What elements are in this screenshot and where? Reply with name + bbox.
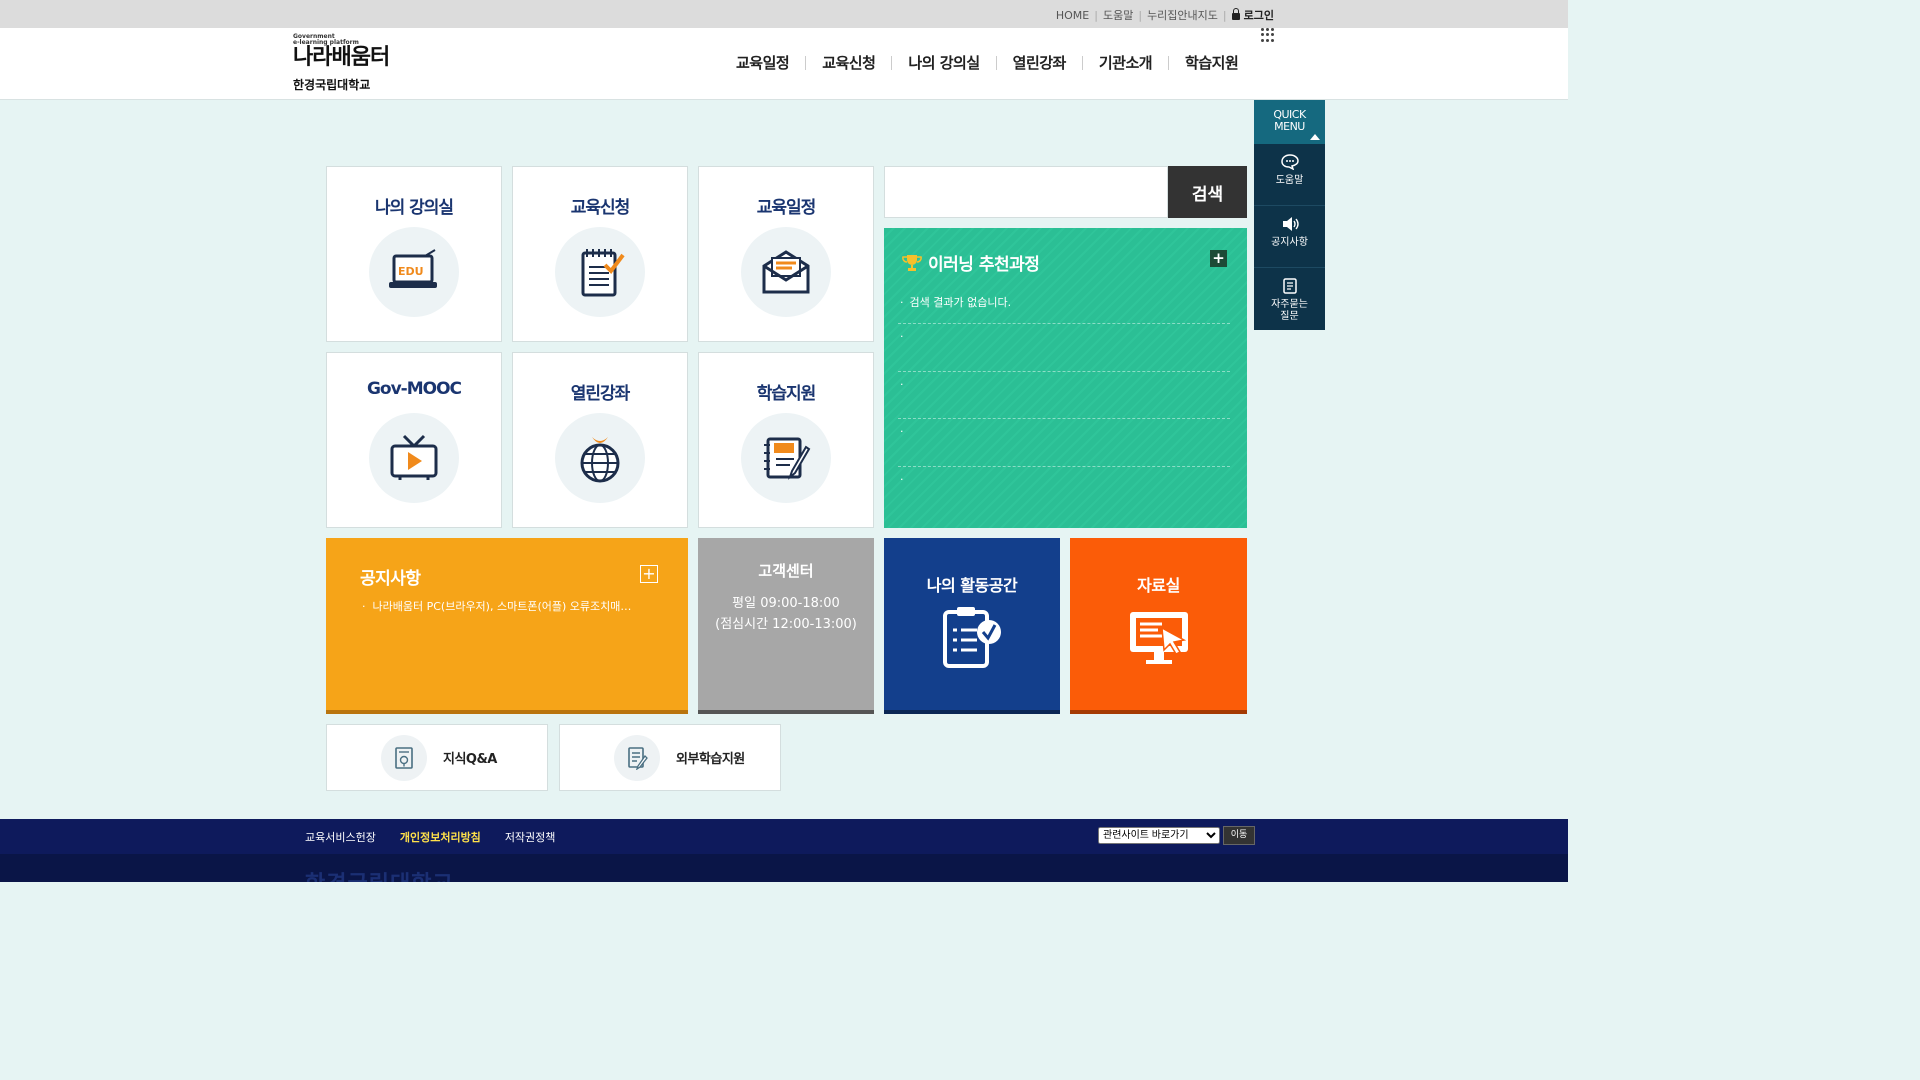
faq-list-icon	[1282, 278, 1297, 294]
list-item: ·	[898, 372, 1230, 419]
home-link[interactable]: HOME	[1056, 9, 1089, 22]
copyright-policy-link[interactable]: 저작권정책	[505, 829, 556, 845]
privacy-policy-link[interactable]: 개인정보처리방침	[400, 829, 481, 845]
quick-menu-header[interactable]: QUICK MENU	[1254, 100, 1325, 144]
service-charter-link[interactable]: 교육서비스헌장	[305, 829, 376, 845]
trophy-icon	[902, 254, 922, 271]
document-pencil-icon	[614, 734, 660, 781]
nav-my-classroom[interactable]: 나의 강의실	[892, 52, 995, 73]
tile-title: 교육신청	[570, 198, 631, 218]
login-label: 로그인	[1243, 9, 1274, 22]
footer-school-name: 한경국립대학교	[305, 866, 454, 882]
customer-center-panel: 고객센터 평일 09:00-18:00 (점심시간 12:00-13:00)	[698, 538, 874, 714]
all-menu-grid-icon[interactable]	[1261, 28, 1275, 42]
library-tile[interactable]: 자료실	[1070, 538, 1247, 714]
speaker-icon	[1282, 217, 1299, 231]
list-item: ·	[900, 472, 904, 486]
recommended-courses-panel: 이러닝 추천과정 + · 검색 결과가 없습니다. · · · ·	[884, 228, 1247, 528]
tile-title: 교육일정	[756, 198, 817, 218]
my-activity-tile[interactable]: 나의 활동공간	[884, 538, 1060, 714]
small-tile-label: 외부학습지원	[676, 752, 745, 767]
lock-icon	[1231, 7, 1240, 20]
chat-bubble-icon	[1280, 154, 1299, 170]
header: Government e-learning platform 나라배움터 한경국…	[0, 28, 1568, 100]
nav-open-course[interactable]: 열린강좌	[997, 52, 1082, 73]
tile-schedule[interactable]: 교육일정	[698, 166, 874, 342]
utility-bar: HOME | 도움말 | 누리집안내지도 | 로그인	[0, 0, 1568, 28]
footer: 교육서비스헌장 개인정보처리방침 저작권정책 관련사이트 바로가기 이동	[0, 819, 1568, 854]
notice-item[interactable]: · 나라배움터 PC(브라우저), 스마트폰(어플) 오류조치매…	[362, 598, 631, 614]
site-logo[interactable]: Government e-learning platform 나라배움터 한경국…	[293, 34, 390, 93]
separator: |	[1094, 8, 1098, 22]
tile-title: 나의 강의실	[374, 198, 454, 218]
activity-title: 나의 활동공간	[926, 576, 1018, 595]
separator: |	[1222, 8, 1227, 22]
edu-laptop-icon: EDU	[369, 227, 459, 317]
footer-bottom: 한경국립대학교	[0, 854, 1568, 882]
library-title: 자료실	[1137, 576, 1180, 595]
go-button[interactable]: 이동	[1223, 826, 1255, 845]
collapse-triangle-icon	[1310, 134, 1320, 140]
tile-apply[interactable]: 교육신청	[512, 166, 688, 342]
tile-my-classroom[interactable]: 나의 강의실 EDU	[326, 166, 502, 342]
notice-panel: 공지사항 + · 나라배움터 PC(브라우저), 스마트폰(어플) 오류조치매…	[326, 538, 688, 714]
separator: |	[1138, 8, 1143, 22]
notice-more-button[interactable]: +	[640, 565, 658, 583]
nav-learning-support[interactable]: 학습지원	[1169, 52, 1254, 73]
globe-icon	[555, 413, 645, 503]
svg-text:EDU: EDU	[398, 265, 424, 278]
help-link[interactable]: 도움말	[1103, 7, 1133, 23]
logo-brand: 나라배움터	[293, 45, 390, 70]
recommend-more-button[interactable]: +	[1210, 250, 1227, 267]
utility-links: HOME | 도움말 | 누리집안내지도 | 로그인	[1056, 7, 1274, 23]
recommend-header: 이러닝 추천과정	[902, 250, 1040, 275]
quick-menu: QUICK MENU 도움말 공지사항 자주묻는 질문	[1254, 100, 1325, 330]
quick-faq[interactable]: 자주묻는 질문	[1254, 268, 1325, 330]
monitor-cursor-icon	[1129, 612, 1188, 664]
list-item: · 검색 결과가 없습니다.	[898, 290, 1230, 324]
tile-gov-mooc[interactable]: Gov-MOOC	[326, 352, 502, 528]
quick-notice[interactable]: 공지사항	[1254, 206, 1325, 268]
tile-title: 학습지원	[756, 384, 817, 404]
quick-help[interactable]: 도움말	[1254, 144, 1325, 206]
notice-title: 공지사항	[360, 569, 421, 589]
course-search-input[interactable]	[884, 166, 1168, 218]
clipboard-check-icon	[943, 607, 1001, 668]
nav-schedule[interactable]: 교육일정	[720, 52, 805, 73]
login-link[interactable]: 로그인	[1231, 7, 1274, 23]
qa-book-icon	[381, 734, 427, 781]
list-item: ·	[898, 324, 1230, 372]
related-sites-select[interactable]: 관련사이트 바로가기	[1098, 827, 1220, 844]
main-nav: 교육일정 교육신청 나의 강의실 열린강좌 기관소개 학습지원	[720, 52, 1254, 73]
tile-title: Gov-MOOC	[366, 379, 462, 399]
school-name: 한경국립대학교	[293, 78, 371, 92]
footer-links: 교육서비스헌장 개인정보처리방침 저작권정책	[305, 829, 579, 845]
knowledge-qa-tile[interactable]: 지식Q&A	[326, 724, 548, 791]
customer-center-hours: 평일 09:00-18:00 (점심시간 12:00-13:00)	[715, 596, 857, 632]
notepad-check-icon	[555, 227, 645, 317]
small-tile-label: 지식Q&A	[443, 752, 497, 767]
customer-center-title: 고객센터	[758, 562, 814, 580]
list-item: ·	[898, 419, 1230, 467]
tile-title: 열린강좌	[570, 384, 631, 404]
recommend-title: 이러닝 추천과정	[928, 255, 1040, 275]
search-button[interactable]: 검색	[1168, 166, 1247, 218]
tile-open-course[interactable]: 열린강좌	[512, 352, 688, 528]
nav-about[interactable]: 기관소개	[1083, 52, 1168, 73]
recommend-list: · 검색 결과가 없습니다. · · · ·	[898, 290, 1230, 514]
tile-learning-support[interactable]: 학습지원	[698, 352, 874, 528]
nav-apply[interactable]: 교육신청	[806, 52, 891, 73]
external-learning-tile[interactable]: 외부학습지원	[559, 724, 781, 791]
tv-play-icon	[369, 413, 459, 503]
envelope-icon	[741, 227, 831, 317]
notebook-pencil-icon	[741, 413, 831, 503]
sitemap-link[interactable]: 누리집안내지도	[1147, 7, 1218, 23]
